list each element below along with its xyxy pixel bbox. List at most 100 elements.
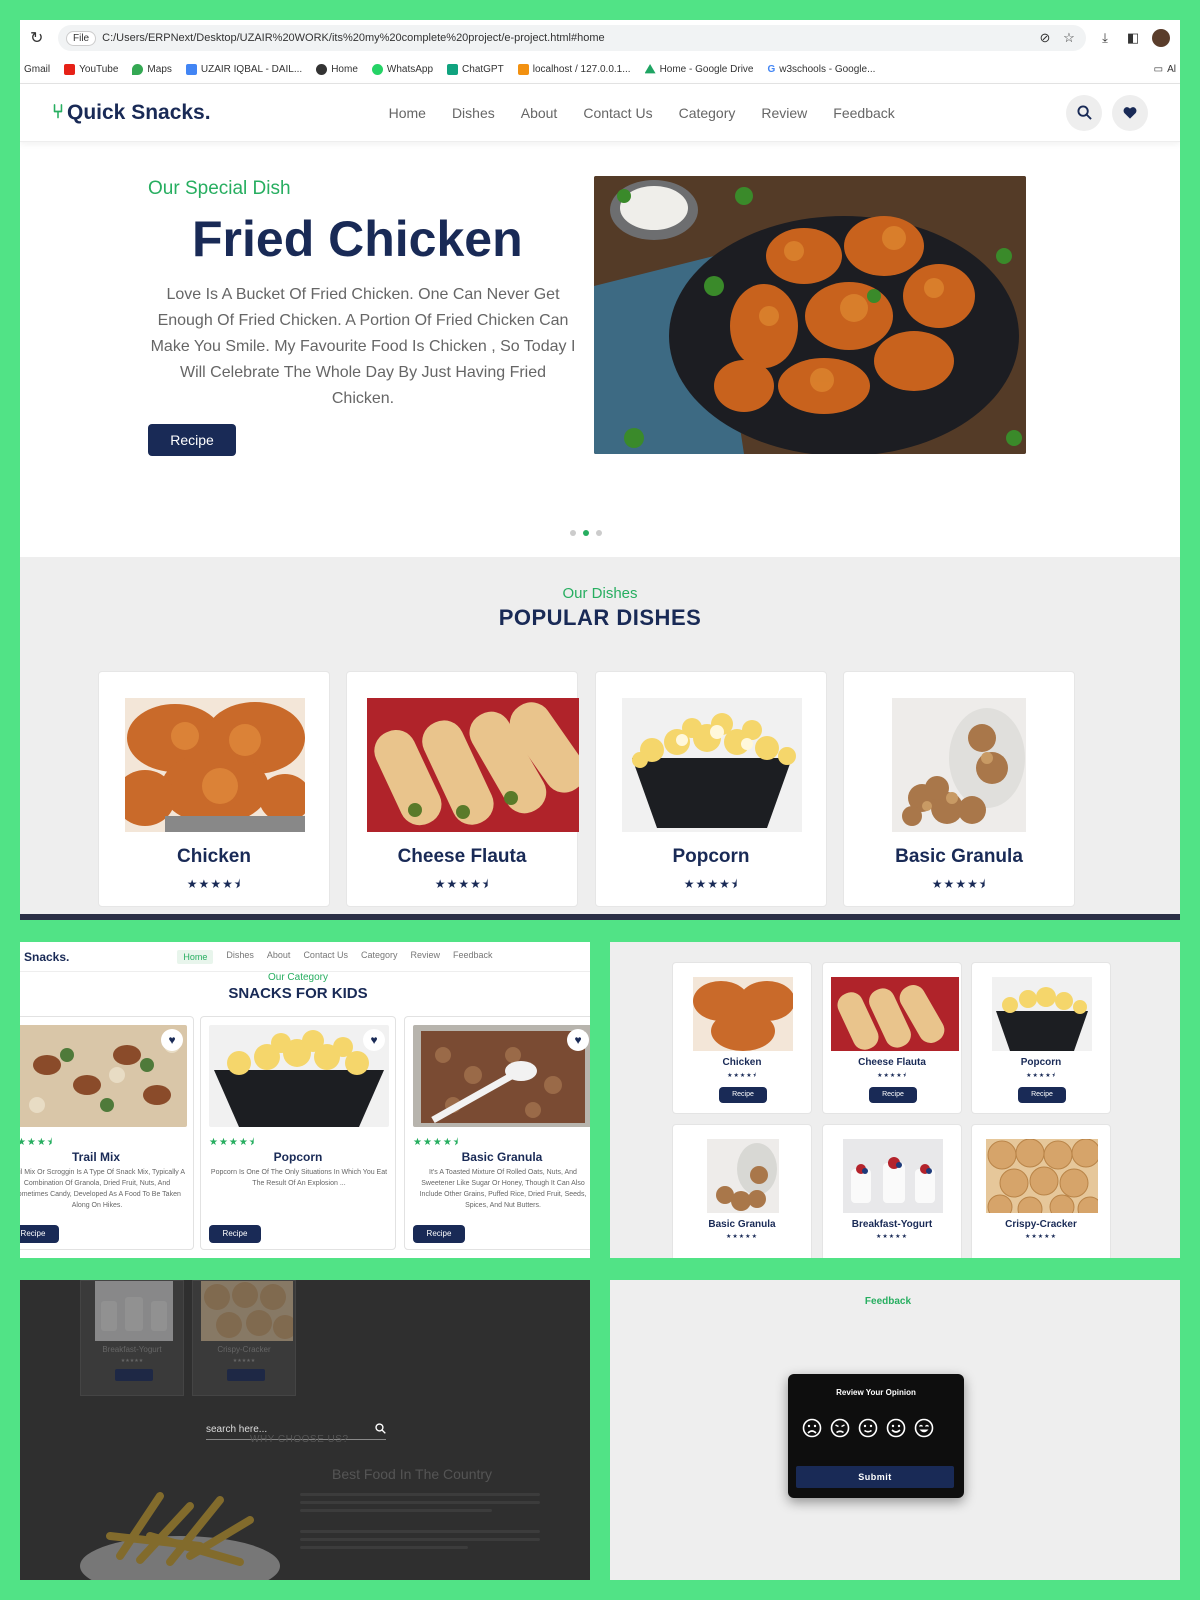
bookmark-docs[interactable]: UZAIR IQBAL - DAIL... [185,64,303,75]
bookmark-label: UZAIR IQBAL - DAIL... [200,64,303,75]
bookmark-label: Al [1167,64,1176,75]
recipe-button[interactable]: Recipe [20,1225,59,1243]
dish-card[interactable]: Chicken ★★★★⯨ [98,671,330,907]
nav-about[interactable]: About [521,105,558,121]
recipe-button [115,1369,153,1381]
star-rating: ★★★★★ [876,1234,908,1240]
popcorn-image [622,698,802,832]
eye-off-icon[interactable]: ⊘ [1036,30,1054,46]
cheese-flauta-image [367,698,579,832]
recipe-button[interactable]: Recipe [869,1087,917,1103]
nav-about[interactable]: About [267,950,291,964]
grid-card[interactable]: Cheese Flauta ★★★★⯨ Recipe [822,962,962,1114]
submit-button[interactable]: Submit [796,1466,954,1488]
grid-card[interactable]: Popcorn ★★★★⯨ Recipe [971,962,1111,1114]
kids-card[interactable]: ♥ ★★★★⯨ Popcorn Popcorn Is One Of The On… [200,1016,396,1250]
nav-contact[interactable]: Contact Us [583,105,652,121]
recipe-button[interactable]: Recipe [148,424,236,456]
bookmark-youtube[interactable]: YouTube [64,64,118,75]
main-page-screenshot: ↻ File C:/Users/ERPNext/Desktop/UZAIR%20… [20,20,1180,920]
recipe-button[interactable]: Recipe [1018,1087,1066,1103]
site-logo[interactable]: Snacks. [24,950,69,964]
site-navbar: ⑂ Quick Snacks. Home Dishes About Contact… [20,84,1180,142]
star-icon[interactable]: ☆ [1060,30,1078,46]
grid-card[interactable]: Basic Granula ★★★★★ [672,1124,812,1258]
grid-card[interactable]: Chicken ★★★★⯨ Recipe [672,962,812,1114]
dish-name: Breakfast-Yogurt [851,1219,933,1230]
bookmark-label: YouTube [79,64,119,75]
bookmark-label: Home [331,64,358,75]
nav-dishes[interactable]: Dishes [226,950,254,964]
star-rating: ★★★★★ [232,1358,256,1364]
search-icon[interactable] [375,1422,386,1437]
bookmark-gmail[interactable]: Gmail [24,64,50,75]
recipe-button[interactable]: Recipe [209,1225,261,1243]
dish-card[interactable]: Popcorn ★★★★⯨ [595,671,827,907]
very-sad-face-icon[interactable] [802,1418,822,1438]
nav-links: Home Dishes About Contact Us Category Re… [177,949,493,964]
nav-category[interactable]: Category [679,105,736,121]
nav-home[interactable]: Home [389,105,426,121]
snacks-for-kids-screenshot: Snacks. Home Dishes About Contact Us Cat… [20,942,590,1258]
all-bookmarks[interactable]: ▭ Al [1154,64,1176,75]
recipe-button[interactable]: Recipe [413,1225,465,1243]
url-text[interactable]: C:/Users/ERPNext/Desktop/UZAIR%20WORK/it… [102,32,1030,44]
kids-card[interactable]: ♥ ★★★★⯨ Basic Granula It's A Toasted Mix… [404,1016,590,1250]
nav-contact[interactable]: Contact Us [303,950,348,964]
bookmark-localhost[interactable]: localhost / 127.0.0.1... [517,64,631,75]
happy-face-icon[interactable] [914,1418,934,1438]
file-chip[interactable]: File [66,30,97,46]
heart-icon[interactable]: ♥ [363,1029,385,1051]
nav-review[interactable]: Review [761,105,807,121]
bookmark-whatsapp[interactable]: WhatsApp [371,64,434,75]
bookmark-home[interactable]: Home [316,64,358,75]
horizontal-scrollbar[interactable] [20,914,1180,920]
heart-icon[interactable]: ♥ [567,1029,589,1051]
grid-card[interactable]: Crispy-Cracker ★★★★★ [971,1124,1111,1258]
nav-feedback[interactable]: Feedback [453,950,493,964]
sad-face-icon[interactable] [830,1418,850,1438]
smile-face-icon[interactable] [886,1418,906,1438]
modal-title: Review Your Opinion [836,1388,916,1397]
url-box[interactable]: File C:/Users/ERPNext/Desktop/UZAIR%20WO… [58,25,1086,51]
bookmark-chatgpt[interactable]: ChatGPT [447,64,504,75]
dish-card[interactable]: Basic Granula ★★★★⯨ [843,671,1075,907]
download-icon[interactable]: ⤓ [1096,30,1114,46]
nav-dishes[interactable]: Dishes [452,105,495,121]
heart-icon[interactable] [1112,94,1148,131]
star-rating: ★★★★⯨ [727,1073,757,1079]
nav-home[interactable]: Home [177,949,214,964]
chicken-image [693,977,793,1051]
bookmark-label: w3schools - Google... [779,64,876,75]
nav-category[interactable]: Category [361,950,398,964]
dish-card[interactable]: Cheese Flauta ★★★★⯨ [346,671,579,907]
search-icon[interactable] [1066,94,1102,131]
reload-icon[interactable]: ↻ [30,28,48,48]
emoji-rating [802,1418,934,1438]
browser-address-bar: ↻ File C:/Users/ERPNext/Desktop/UZAIR%20… [20,20,1180,56]
dish-name: Chicken [722,1057,762,1068]
youtube-icon [64,64,76,75]
neutral-face-icon[interactable] [858,1418,878,1438]
bookmark-maps[interactable]: Maps [132,64,172,75]
star-rating: ★★★★★ [120,1358,144,1364]
drive-icon [644,64,656,74]
bookmark-w3schools[interactable]: Gw3schools - Google... [767,64,875,75]
nav-review[interactable]: Review [411,950,441,964]
fries-image [80,1476,280,1580]
slider-dot[interactable] [596,530,602,536]
slider-dot-active[interactable] [583,530,589,536]
grid-card[interactable]: Breakfast-Yogurt ★★★★★ [822,1124,962,1258]
bookmark-label: WhatsApp [386,64,434,75]
sidepanel-icon[interactable]: ◧ [1124,30,1142,46]
site-logo[interactable]: ⑂ Quick Snacks. [52,101,211,125]
kids-card[interactable]: ♥ ★★★★⯨ Trail Mix Trail Mix Or Scroggin … [20,1016,194,1250]
avatar[interactable] [1152,29,1170,47]
recipe-button[interactable]: Recipe [719,1087,767,1103]
nav-feedback[interactable]: Feedback [833,105,894,121]
dish-name: Chicken [177,846,251,867]
heart-icon[interactable]: ♥ [161,1029,183,1051]
recipe-button [227,1369,265,1381]
slider-dot[interactable] [570,530,576,536]
bookmark-drive[interactable]: Home - Google Drive [644,64,753,75]
